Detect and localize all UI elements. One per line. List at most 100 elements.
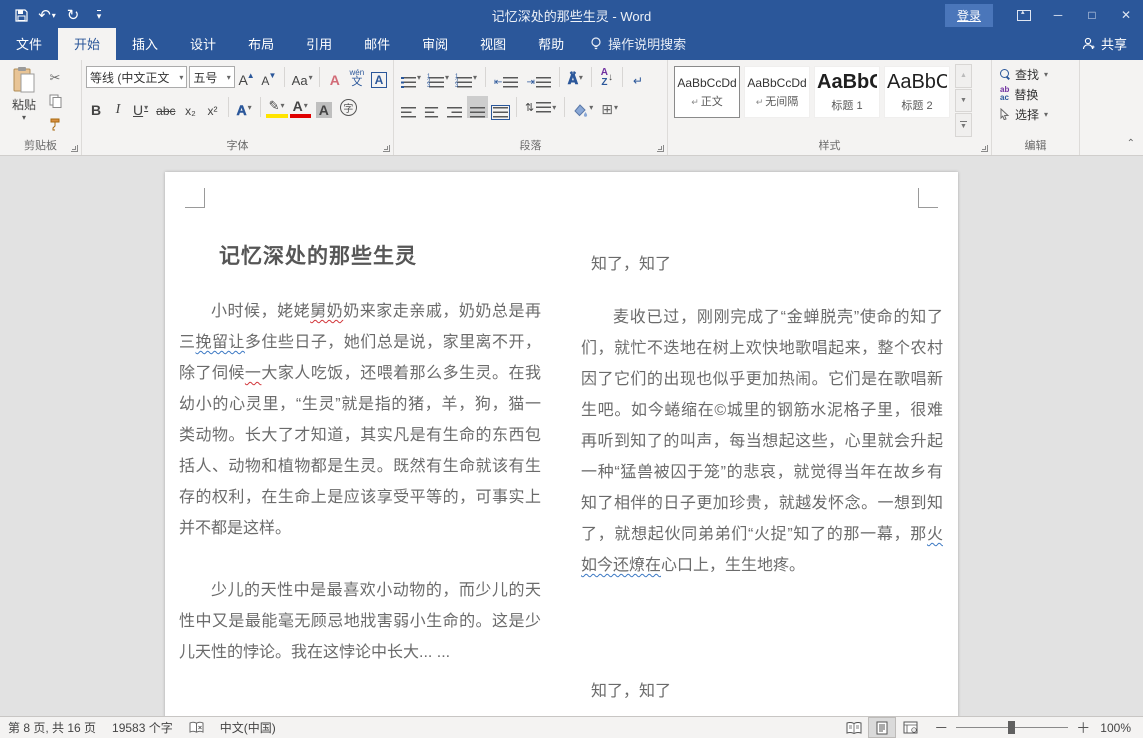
align-center-button[interactable]	[421, 96, 442, 118]
find-caret-icon[interactable]: ▾	[1044, 70, 1048, 79]
format-painter-button[interactable]	[44, 114, 66, 134]
clipboard-dialog-launcher[interactable]	[71, 145, 78, 152]
styles-scroll-up-button[interactable]: ▲	[955, 64, 972, 88]
section-heading[interactable]: 知了，知了	[591, 677, 943, 701]
tab-mailings[interactable]: 邮件	[348, 28, 406, 60]
print-layout-button[interactable]	[868, 717, 896, 738]
underline-button[interactable]: U▾	[130, 96, 151, 118]
undo-button[interactable]: ↶▾	[36, 3, 58, 27]
tell-me-search[interactable]: 操作说明搜索	[580, 28, 696, 60]
tab-file[interactable]: 文件	[0, 28, 58, 60]
paste-button[interactable]: 粘贴 ▾	[4, 64, 44, 137]
tab-view[interactable]: 视图	[464, 28, 522, 60]
tab-insert[interactable]: 插入	[116, 28, 174, 60]
character-border-button[interactable]: A	[369, 66, 389, 88]
page-number-status[interactable]: 第 8 页, 共 16 页	[0, 717, 104, 738]
numbering-button[interactable]: ▾	[426, 66, 452, 88]
underline-caret-icon[interactable]: ▾	[144, 103, 148, 112]
maximize-button[interactable]: □	[1075, 0, 1109, 30]
zoom-slider[interactable]	[956, 727, 1068, 728]
web-layout-button[interactable]	[896, 717, 924, 738]
word-count-status[interactable]: 19583 个字	[104, 717, 181, 738]
tab-help[interactable]: 帮助	[522, 28, 580, 60]
text-column-left[interactable]: 记忆深处的那些生灵小时候，姥姥舅奶奶来家走亲戚，奶奶总是再三挽留让多住些日子，她…	[179, 192, 541, 716]
proofing-status[interactable]	[181, 717, 212, 738]
save-button[interactable]	[10, 3, 32, 27]
grow-font-button[interactable]: A▲	[237, 66, 258, 88]
increase-indent-button[interactable]: ⇥	[523, 66, 553, 88]
change-case-button[interactable]: Aa▾	[290, 66, 314, 88]
multilevel-list-button[interactable]: ▾	[454, 66, 480, 88]
tab-home[interactable]: 开始	[58, 28, 116, 60]
tab-layout[interactable]: 布局	[232, 28, 290, 60]
paste-caret-icon[interactable]: ▾	[22, 113, 26, 122]
highlight-caret-icon[interactable]: ▾	[281, 101, 285, 110]
decrease-indent-button[interactable]: ⇤	[491, 66, 521, 88]
style-no-spacing[interactable]: AaBbCcDd ↵无间隔	[744, 66, 810, 118]
phonetic-guide-button[interactable]: wén文	[347, 66, 367, 88]
show-hide-marks-button[interactable]: ↵	[628, 66, 648, 88]
minimize-button[interactable]: ─	[1041, 0, 1075, 30]
zoom-slider-handle[interactable]	[1008, 721, 1015, 734]
close-button[interactable]: ✕	[1109, 0, 1143, 30]
text-effects-caret-icon[interactable]: ▾	[248, 103, 252, 112]
tab-design[interactable]: 设计	[174, 28, 232, 60]
tab-references[interactable]: 引用	[290, 28, 348, 60]
styles-scroll-down-button[interactable]: ▼	[955, 89, 972, 113]
distribute-button[interactable]	[490, 96, 511, 118]
clear-formatting-button[interactable]: A	[325, 66, 345, 88]
collapse-ribbon-button[interactable]: ⌃	[1127, 138, 1135, 149]
styles-dialog-launcher[interactable]	[981, 145, 988, 152]
italic-button[interactable]: I	[108, 96, 128, 118]
superscript-button[interactable]: x²	[203, 96, 223, 118]
sort-button[interactable]: AZ↓	[597, 66, 617, 88]
read-mode-button[interactable]	[840, 717, 868, 738]
style-heading-2[interactable]: AaBbC 标题 2	[884, 66, 950, 118]
find-button[interactable]: 查找▾	[1000, 64, 1075, 84]
sign-in-button[interactable]: 登录	[945, 4, 993, 27]
borders-button[interactable]: ⊞▾	[598, 96, 621, 118]
ribbon-display-options-button[interactable]	[1007, 0, 1041, 30]
shading-button[interactable]: ▾	[570, 96, 596, 118]
styles-gallery-more-button[interactable]: ▼	[955, 113, 972, 137]
font-color-button[interactable]: A▾	[290, 96, 311, 118]
paragraph-dialog-launcher[interactable]	[657, 145, 664, 152]
text-column-right[interactable]: 知了，知了麦收已过，刚刚完成了“金蝉脱壳”使命的知了们，就忙不迭地在树上欢快地歌…	[581, 192, 943, 716]
asian-layout-button[interactable]: A⃡▾	[565, 66, 586, 88]
shrink-font-button[interactable]: A▼	[259, 66, 279, 88]
text-highlight-button[interactable]: ✎▾	[266, 96, 288, 118]
align-left-button[interactable]	[398, 96, 419, 118]
tab-review[interactable]: 审阅	[406, 28, 464, 60]
bold-button[interactable]: B	[86, 96, 106, 118]
document-title[interactable]: 记忆深处的那些生灵	[219, 240, 541, 270]
section-heading[interactable]: 知了，知了	[591, 250, 943, 274]
replace-button[interactable]: abac 替换	[1000, 84, 1075, 104]
undo-caret-icon[interactable]: ▾	[52, 11, 56, 20]
cut-button[interactable]: ✂	[44, 68, 66, 88]
font-dialog-launcher[interactable]	[383, 145, 390, 152]
subscript-button[interactable]: x₂	[181, 96, 201, 118]
enclose-characters-button[interactable]: 字	[337, 96, 360, 118]
redo-button[interactable]: ↻	[62, 3, 84, 27]
align-right-button[interactable]	[444, 96, 465, 118]
font-color-caret-icon[interactable]: ▾	[304, 101, 308, 110]
document-page[interactable]: 记忆深处的那些生灵小时候，姥姥舅奶奶来家走亲戚，奶奶总是再三挽留让多住些日子，她…	[165, 172, 958, 716]
font-size-combo[interactable]: 五号▾	[189, 66, 234, 88]
line-spacing-button[interactable]: ⇅▾	[522, 96, 559, 118]
body-paragraph[interactable]: 小时候，姥姥舅奶奶来家走亲戚，奶奶总是再三挽留让多住些日子，她们总是说，家里离不…	[179, 296, 541, 544]
text-effects-button[interactable]: A▾	[234, 96, 255, 118]
strikethrough-button[interactable]: abc	[153, 96, 178, 118]
bullets-button[interactable]: ▾	[398, 66, 424, 88]
character-shading-button[interactable]: A	[313, 96, 335, 118]
select-caret-icon[interactable]: ▾	[1044, 110, 1048, 119]
select-button[interactable]: 选择▾	[1000, 104, 1075, 124]
customize-qat-button[interactable]: ▾	[88, 3, 110, 27]
zoom-in-button[interactable]: ＋	[1076, 721, 1090, 735]
document-area[interactable]: 记忆深处的那些生灵小时候，姥姥舅奶奶来家走亲戚，奶奶总是再三挽留让多住些日子，她…	[0, 157, 1143, 716]
style-normal[interactable]: AaBbCcDd ↵正文	[674, 66, 740, 118]
justify-button[interactable]	[467, 96, 488, 118]
font-name-combo[interactable]: 等线 (中文正文▾	[86, 66, 187, 88]
zoom-out-button[interactable]: －	[934, 721, 948, 735]
body-paragraph[interactable]: 麦收已过，刚刚完成了“金蝉脱壳”使命的知了们，就忙不迭地在树上欢快地歌唱起来，整…	[581, 302, 943, 581]
body-paragraph[interactable]: 少儿的天性中是最喜欢小动物的，而少儿的天性中又是最能毫无顾忌地戕害弱小生命的。这…	[179, 575, 541, 668]
